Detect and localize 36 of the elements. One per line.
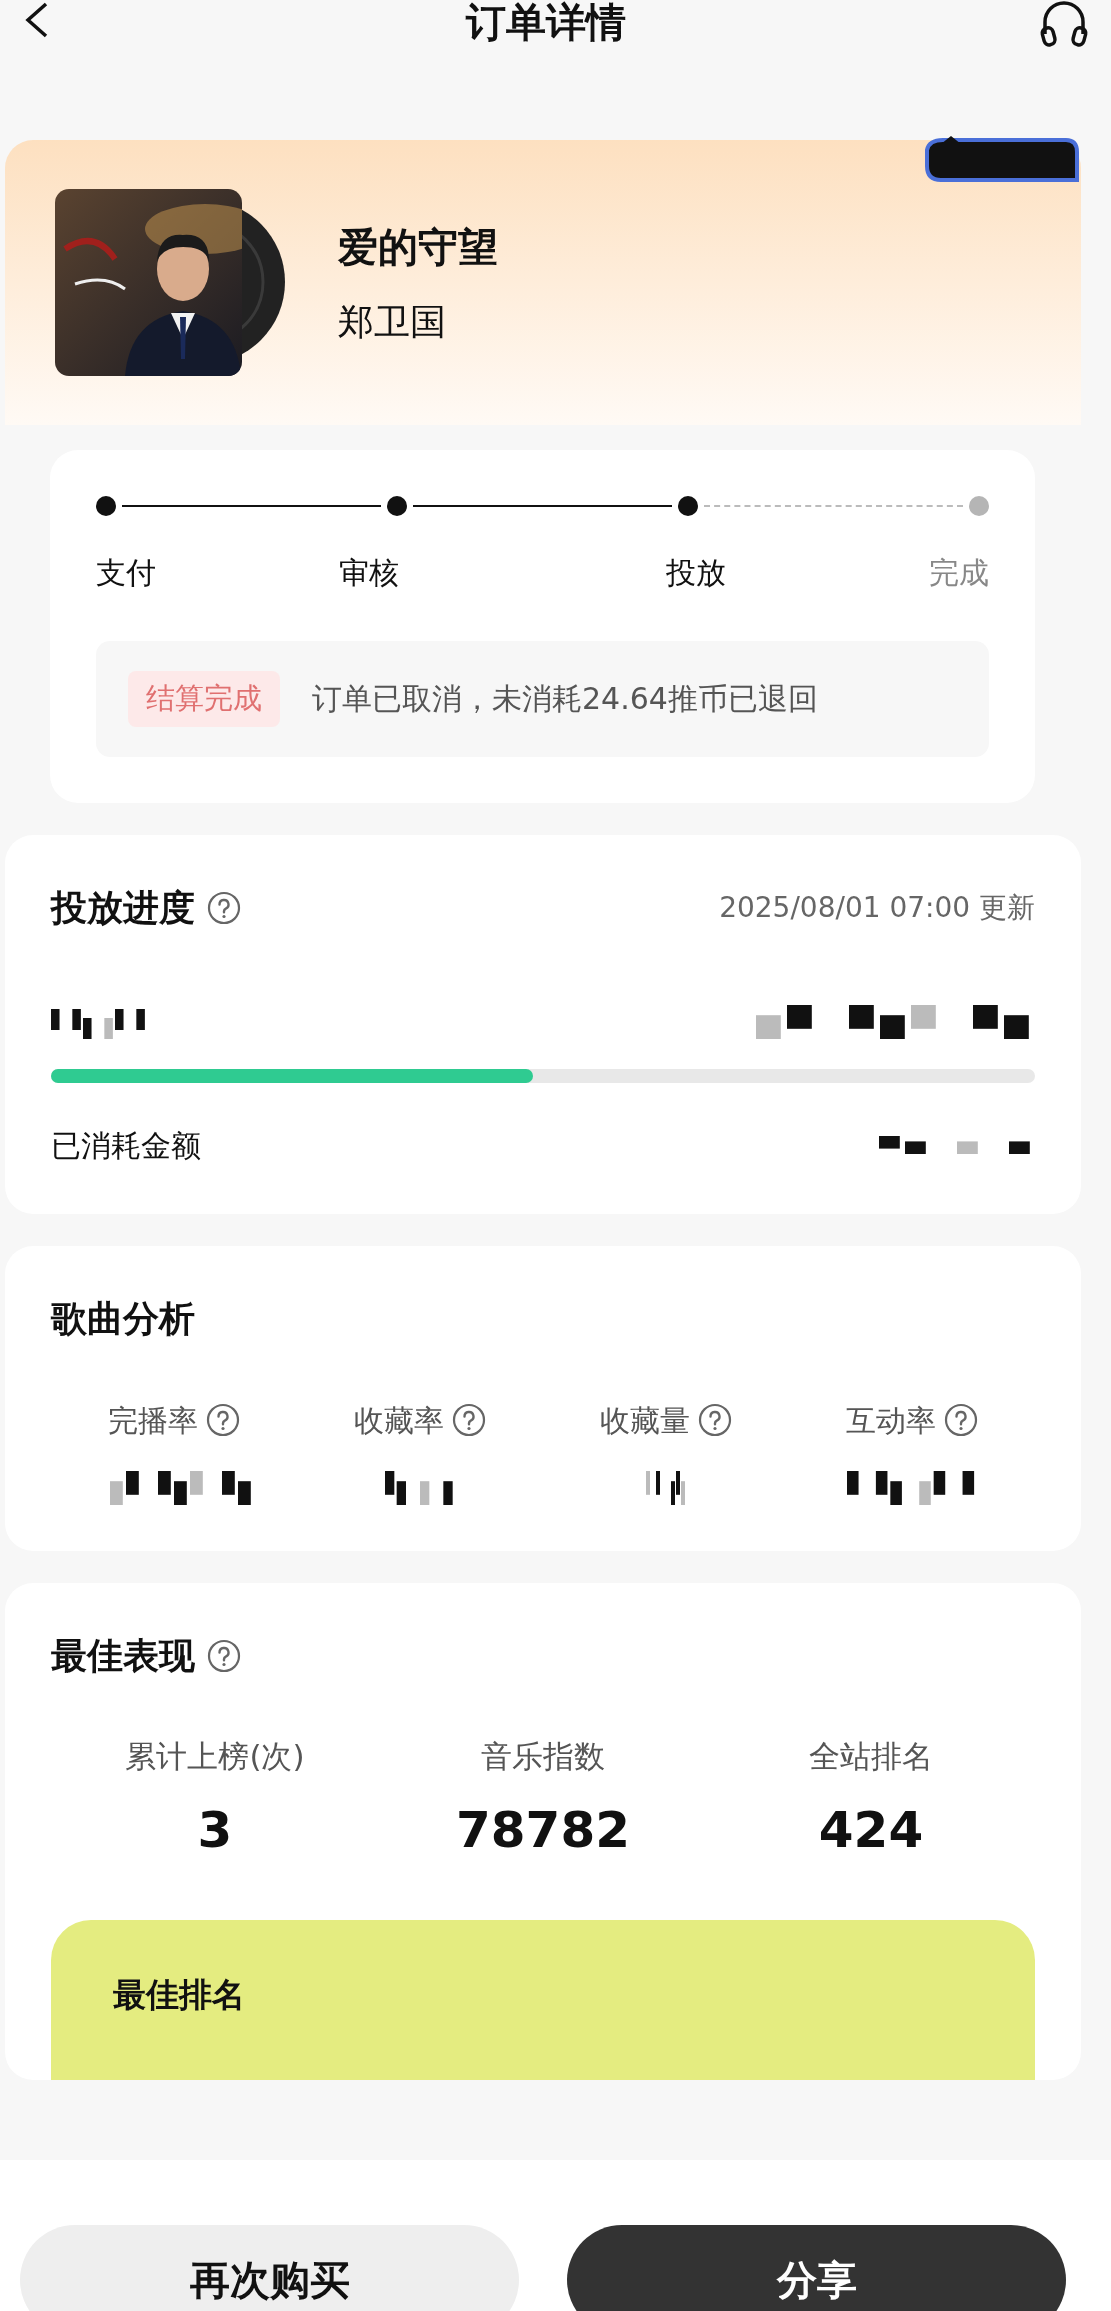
spent-label: 已消耗金额 — [51, 1126, 201, 1165]
metric-label: 完播率 — [108, 1401, 198, 1440]
stat-value: 424 — [817, 1800, 925, 1861]
metric-label: 收藏量 — [600, 1401, 690, 1440]
song-title: 爱的守望 — [338, 222, 498, 272]
stat-label: 累计上榜(次) — [124, 1736, 306, 1776]
share-button[interactable]: 分享 — [567, 2225, 1066, 2311]
metric-label: 互动率 — [846, 1401, 936, 1440]
step-label: 投放 — [665, 554, 726, 592]
help-icon[interactable] — [944, 1403, 978, 1437]
section-title: 投放进度 — [51, 885, 195, 930]
status-tag: 结算完成 — [128, 671, 280, 727]
stat-label: 全站排名 — [808, 1736, 934, 1776]
section-title: 最佳表现 — [51, 1633, 195, 1678]
stat-label: 音乐指数 — [480, 1736, 606, 1776]
artist-name: 郑卫国 — [338, 299, 447, 344]
update-time: 2025/08/01 07:00 更新 — [719, 889, 1035, 926]
help-icon[interactable] — [452, 1403, 486, 1437]
section-title: 歌曲分析 — [51, 1296, 195, 1341]
help-icon[interactable] — [207, 1638, 241, 1673]
step-label: 完成 — [929, 554, 989, 592]
mosaic-drawing — [646, 1470, 686, 1505]
stat-value: 78782 — [455, 1800, 631, 1861]
page-title: 订单详情 — [465, 0, 626, 47]
help-icon[interactable] — [207, 890, 241, 925]
step-label: 支付 — [96, 554, 156, 592]
stat-value: 3 — [196, 1800, 234, 1861]
notice-text: 订单已取消，未消耗24.64推币已退回 — [312, 680, 818, 719]
help-icon[interactable] — [206, 1403, 240, 1437]
help-icon[interactable] — [698, 1403, 732, 1437]
headphones-icon[interactable] — [1039, 0, 1089, 48]
buy-again-button[interactable]: 再次购买 — [20, 2225, 519, 2311]
step-label: 审核 — [339, 554, 400, 592]
mosaic-drawing — [385, 1470, 455, 1505]
metric-label: 收藏率 — [354, 1401, 444, 1440]
ranking-title: 最佳排名 — [113, 1974, 246, 2016]
